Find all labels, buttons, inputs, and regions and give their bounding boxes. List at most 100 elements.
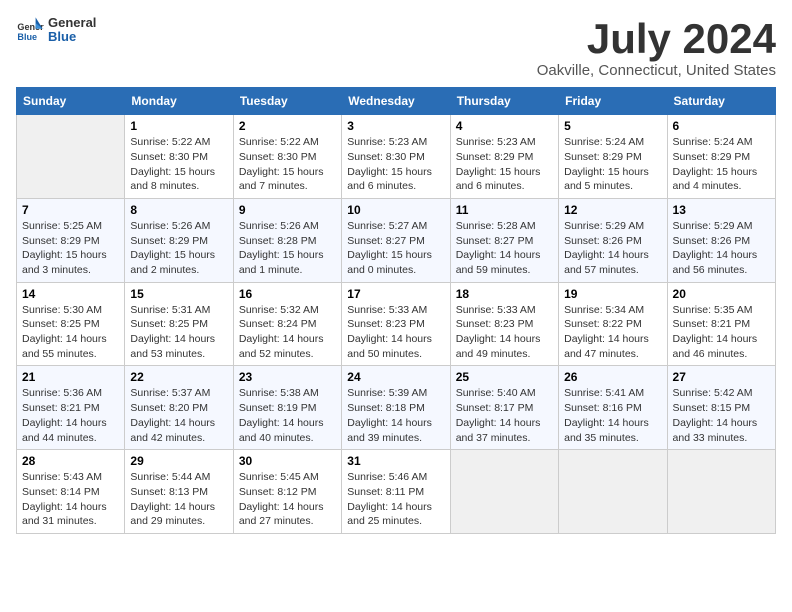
day-number: 7 [22, 203, 119, 217]
day-number: 23 [239, 370, 336, 384]
calendar-cell [17, 115, 125, 199]
calendar-cell: 13 Sunrise: 5:29 AM Sunset: 8:26 PM Dayli… [667, 198, 775, 282]
logo-general-text: General [48, 16, 96, 30]
day-info: Sunrise: 5:22 AM Sunset: 8:30 PM Dayligh… [239, 135, 336, 194]
day-number: 2 [239, 119, 336, 133]
calendar-cell: 10 Sunrise: 5:27 AM Sunset: 8:27 PM Dayli… [342, 198, 450, 282]
day-number: 4 [456, 119, 553, 133]
day-info: Sunrise: 5:24 AM Sunset: 8:29 PM Dayligh… [673, 135, 770, 194]
day-number: 20 [673, 287, 770, 301]
day-info: Sunrise: 5:23 AM Sunset: 8:30 PM Dayligh… [347, 135, 444, 194]
day-info: Sunrise: 5:39 AM Sunset: 8:18 PM Dayligh… [347, 386, 444, 445]
day-info: Sunrise: 5:23 AM Sunset: 8:29 PM Dayligh… [456, 135, 553, 194]
calendar-cell: 17Sunrise: 5:33 AM Sunset: 8:23 PM Dayli… [342, 282, 450, 366]
logo: General Blue General Blue [16, 16, 96, 45]
day-info: Sunrise: 5:40 AM Sunset: 8:17 PM Dayligh… [456, 386, 553, 445]
weekday-header-tuesday: Tuesday [233, 88, 341, 115]
calendar-week-3: 14 Sunrise: 5:30 AM Sunset: 8:25 PM Dayli… [17, 282, 776, 366]
day-info: Sunrise: 5:38 AM Sunset: 8:19 PM Dayligh… [239, 386, 336, 445]
day-info: Sunrise: 5:28 AM Sunset: 8:27 PM Dayligh… [456, 219, 553, 278]
day-number: 10 [347, 203, 444, 217]
day-info: Sunrise: 5:24 AM Sunset: 8:29 PM Dayligh… [564, 135, 661, 194]
day-info: Sunrise: 5:36 AM Sunset: 8:21 PM Dayligh… [22, 386, 119, 445]
day-info: Sunrise: 5:43 AM Sunset: 8:14 PM Dayligh… [22, 470, 119, 529]
day-number: 30 [239, 454, 336, 468]
calendar-cell: 16Sunrise: 5:32 AM Sunset: 8:24 PM Dayli… [233, 282, 341, 366]
weekday-header-wednesday: Wednesday [342, 88, 450, 115]
day-number: 29 [130, 454, 227, 468]
day-number: 6 [673, 119, 770, 133]
day-info: Sunrise: 5:26 AM Sunset: 8:28 PM Dayligh… [239, 219, 336, 278]
location-text: Oakville, Connecticut, United States [537, 62, 776, 79]
day-number: 22 [130, 370, 227, 384]
logo-icon: General Blue [16, 16, 44, 44]
day-number: 3 [347, 119, 444, 133]
calendar-cell: 15Sunrise: 5:31 AM Sunset: 8:25 PM Dayli… [125, 282, 233, 366]
day-info: Sunrise: 5:29 AM Sunset: 8:26 PM Dayligh… [673, 219, 770, 278]
day-number: 25 [456, 370, 553, 384]
calendar-cell: 31 Sunrise: 5:46 AM Sunset: 8:11 PM Dayli… [342, 450, 450, 534]
day-number: 16 [239, 287, 336, 301]
day-number: 13 [673, 203, 770, 217]
calendar-cell: 22 Sunrise: 5:37 AM Sunset: 8:20 PM Dayli… [125, 366, 233, 450]
calendar-cell: 2 Sunrise: 5:22 AM Sunset: 8:30 PM Daylig… [233, 115, 341, 199]
day-number: 1 [130, 119, 227, 133]
day-info: Sunrise: 5:44 AM Sunset: 8:13 PM Dayligh… [130, 470, 227, 529]
day-info: Sunrise: 5:26 AM Sunset: 8:29 PM Dayligh… [130, 219, 227, 278]
day-info: Sunrise: 5:25 AM Sunset: 8:29 PM Dayligh… [22, 219, 119, 278]
day-number: 18 [456, 287, 553, 301]
calendar-cell: 14 Sunrise: 5:30 AM Sunset: 8:25 PM Dayli… [17, 282, 125, 366]
day-info: Sunrise: 5:42 AM Sunset: 8:15 PM Dayligh… [673, 386, 770, 445]
day-number: 12 [564, 203, 661, 217]
day-info: Sunrise: 5:46 AM Sunset: 8:11 PM Dayligh… [347, 470, 444, 529]
calendar-header-row: SundayMondayTuesdayWednesdayThursdayFrid… [17, 88, 776, 115]
calendar-cell: 9 Sunrise: 5:26 AM Sunset: 8:28 PM Daylig… [233, 198, 341, 282]
calendar-cell: 3 Sunrise: 5:23 AM Sunset: 8:30 PM Daylig… [342, 115, 450, 199]
day-info: Sunrise: 5:33 AM Sunset: 8:23 PM Dayligh… [456, 303, 553, 362]
day-number: 21 [22, 370, 119, 384]
calendar-week-1: 1 Sunrise: 5:22 AM Sunset: 8:30 PM Daylig… [17, 115, 776, 199]
day-info: Sunrise: 5:22 AM Sunset: 8:30 PM Dayligh… [130, 135, 227, 194]
day-number: 26 [564, 370, 661, 384]
calendar-cell: 18 Sunrise: 5:33 AM Sunset: 8:23 PM Dayli… [450, 282, 558, 366]
calendar-cell [450, 450, 558, 534]
svg-text:Blue: Blue [17, 32, 37, 42]
calendar-week-2: 7 Sunrise: 5:25 AM Sunset: 8:29 PM Daylig… [17, 198, 776, 282]
calendar-cell: 5Sunrise: 5:24 AM Sunset: 8:29 PM Daylig… [559, 115, 667, 199]
calendar-cell: 8Sunrise: 5:26 AM Sunset: 8:29 PM Daylig… [125, 198, 233, 282]
calendar-cell: 23 Sunrise: 5:38 AM Sunset: 8:19 PM Dayli… [233, 366, 341, 450]
calendar-cell: 25 Sunrise: 5:40 AM Sunset: 8:17 PM Dayli… [450, 366, 558, 450]
weekday-header-saturday: Saturday [667, 88, 775, 115]
calendar-cell: 12 Sunrise: 5:29 AM Sunset: 8:26 PM Dayli… [559, 198, 667, 282]
logo-blue-text: Blue [48, 30, 96, 44]
day-info: Sunrise: 5:34 AM Sunset: 8:22 PM Dayligh… [564, 303, 661, 362]
weekday-header-sunday: Sunday [17, 88, 125, 115]
calendar-cell: 11Sunrise: 5:28 AM Sunset: 8:27 PM Dayli… [450, 198, 558, 282]
calendar-cell: 29 Sunrise: 5:44 AM Sunset: 8:13 PM Dayli… [125, 450, 233, 534]
day-info: Sunrise: 5:37 AM Sunset: 8:20 PM Dayligh… [130, 386, 227, 445]
day-number: 27 [673, 370, 770, 384]
calendar-cell: 20 Sunrise: 5:35 AM Sunset: 8:21 PM Dayli… [667, 282, 775, 366]
day-number: 17 [347, 287, 444, 301]
calendar-cell: 24Sunrise: 5:39 AM Sunset: 8:18 PM Dayli… [342, 366, 450, 450]
calendar-cell: 19 Sunrise: 5:34 AM Sunset: 8:22 PM Dayli… [559, 282, 667, 366]
day-number: 31 [347, 454, 444, 468]
day-number: 9 [239, 203, 336, 217]
day-info: Sunrise: 5:29 AM Sunset: 8:26 PM Dayligh… [564, 219, 661, 278]
weekday-header-friday: Friday [559, 88, 667, 115]
day-info: Sunrise: 5:30 AM Sunset: 8:25 PM Dayligh… [22, 303, 119, 362]
day-info: Sunrise: 5:35 AM Sunset: 8:21 PM Dayligh… [673, 303, 770, 362]
calendar-cell: 1 Sunrise: 5:22 AM Sunset: 8:30 PM Daylig… [125, 115, 233, 199]
calendar-cell: 28Sunrise: 5:43 AM Sunset: 8:14 PM Dayli… [17, 450, 125, 534]
calendar-table: SundayMondayTuesdayWednesdayThursdayFrid… [16, 87, 776, 534]
calendar-week-5: 28Sunrise: 5:43 AM Sunset: 8:14 PM Dayli… [17, 450, 776, 534]
day-info: Sunrise: 5:31 AM Sunset: 8:25 PM Dayligh… [130, 303, 227, 362]
day-info: Sunrise: 5:41 AM Sunset: 8:16 PM Dayligh… [564, 386, 661, 445]
weekday-header-thursday: Thursday [450, 88, 558, 115]
day-number: 19 [564, 287, 661, 301]
calendar-cell: 6 Sunrise: 5:24 AM Sunset: 8:29 PM Daylig… [667, 115, 775, 199]
page-header: General Blue General Blue July 2024 Oakv… [16, 16, 776, 79]
day-info: Sunrise: 5:27 AM Sunset: 8:27 PM Dayligh… [347, 219, 444, 278]
calendar-week-4: 21 Sunrise: 5:36 AM Sunset: 8:21 PM Dayli… [17, 366, 776, 450]
day-number: 14 [22, 287, 119, 301]
